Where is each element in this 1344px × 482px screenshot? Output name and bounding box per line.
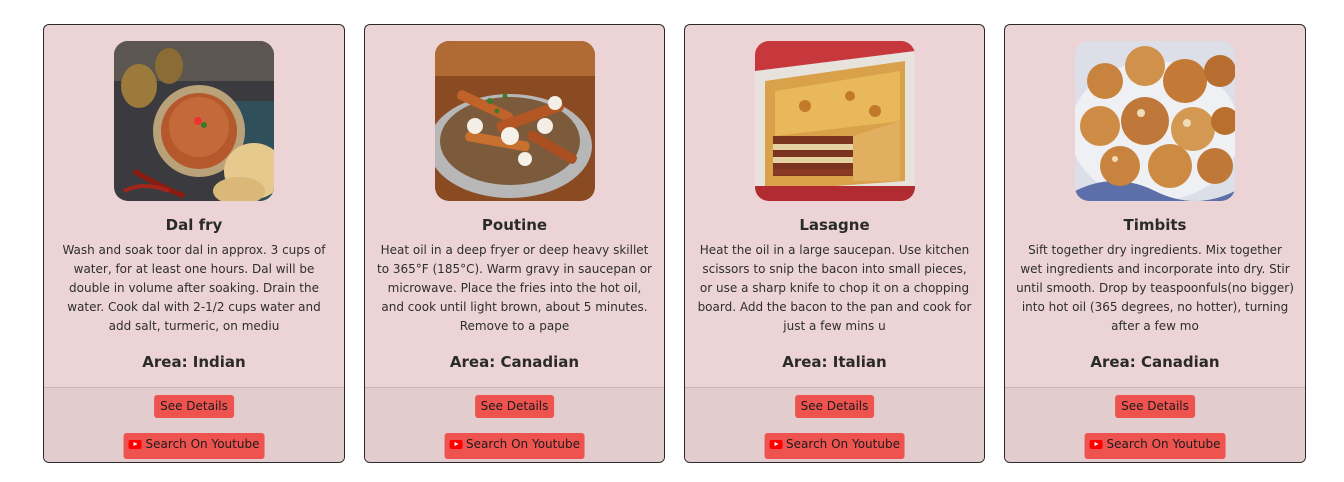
dal-fry-photo-icon xyxy=(114,41,274,201)
meal-title: Dal fry xyxy=(165,216,223,234)
meal-area: Area: Indian xyxy=(142,353,246,371)
meal-description: Heat oil in a deep fryer or deep heavy s… xyxy=(377,243,652,333)
see-details-button[interactable]: See Details xyxy=(794,395,875,418)
lasagne-image xyxy=(754,41,915,201)
meal-area: Area: Canadian xyxy=(449,353,580,371)
card-footer: See Details Search On Youtube xyxy=(365,387,664,462)
meal-grid: Dal fry Wash and soak toor dal in approx… xyxy=(0,0,1344,482)
youtube-icon xyxy=(449,440,463,449)
search-youtube-label: Search On Youtube xyxy=(466,437,580,451)
card-footer: See Details Search On Youtube xyxy=(44,387,344,462)
meal-card: Lasagne Heat the oil in a large saucepan… xyxy=(684,24,985,463)
meal-description: Heat the oil in a large saucepan. Use ki… xyxy=(697,243,972,333)
poutine-image xyxy=(434,41,595,201)
search-youtube-label: Search On Youtube xyxy=(145,437,260,451)
timbits-photo-icon xyxy=(1075,41,1235,201)
search-youtube-button[interactable]: Search On Youtube xyxy=(1084,433,1226,459)
see-details-button[interactable]: See Details xyxy=(474,395,555,418)
timbits-image xyxy=(1075,41,1235,201)
poutine-photo-icon xyxy=(434,41,595,201)
lasagne-photo-icon xyxy=(754,41,915,201)
youtube-icon xyxy=(1089,440,1103,449)
youtube-icon xyxy=(769,440,783,449)
card-body: Poutine Heat oil in a deep fryer or deep… xyxy=(365,25,664,387)
card-footer: See Details Search On Youtube xyxy=(1005,387,1305,462)
meal-description: Wash and soak toor dal in approx. 3 cups… xyxy=(62,243,326,333)
card-footer: See Details Search On Youtube xyxy=(685,387,984,462)
see-details-button[interactable]: See Details xyxy=(1115,395,1195,418)
card-body: Lasagne Heat the oil in a large saucepan… xyxy=(685,25,984,387)
meal-area: Area: Canadian xyxy=(1090,353,1220,371)
meal-title: Lasagne xyxy=(799,216,870,234)
see-details-button[interactable]: See Details xyxy=(154,395,234,418)
dal-fry-image xyxy=(114,41,274,201)
search-youtube-button[interactable]: Search On Youtube xyxy=(764,433,905,459)
meal-area: Area: Italian xyxy=(782,353,887,371)
meal-title: Timbits xyxy=(1123,216,1187,234)
meal-title: Poutine xyxy=(481,216,548,234)
card-body: Timbits Sift together dry ingredients. M… xyxy=(1005,25,1305,387)
search-youtube-button[interactable]: Search On Youtube xyxy=(123,433,265,459)
search-youtube-button[interactable]: Search On Youtube xyxy=(444,433,585,459)
meal-card: Timbits Sift together dry ingredients. M… xyxy=(1004,24,1306,463)
meal-card: Poutine Heat oil in a deep fryer or deep… xyxy=(364,24,665,463)
search-youtube-label: Search On Youtube xyxy=(786,437,900,451)
search-youtube-label: Search On Youtube xyxy=(1106,437,1221,451)
meal-description: Sift together dry ingredients. Mix toget… xyxy=(1016,243,1294,333)
meal-card: Dal fry Wash and soak toor dal in approx… xyxy=(43,24,345,463)
youtube-icon xyxy=(128,440,142,449)
card-body: Dal fry Wash and soak toor dal in approx… xyxy=(44,25,344,387)
